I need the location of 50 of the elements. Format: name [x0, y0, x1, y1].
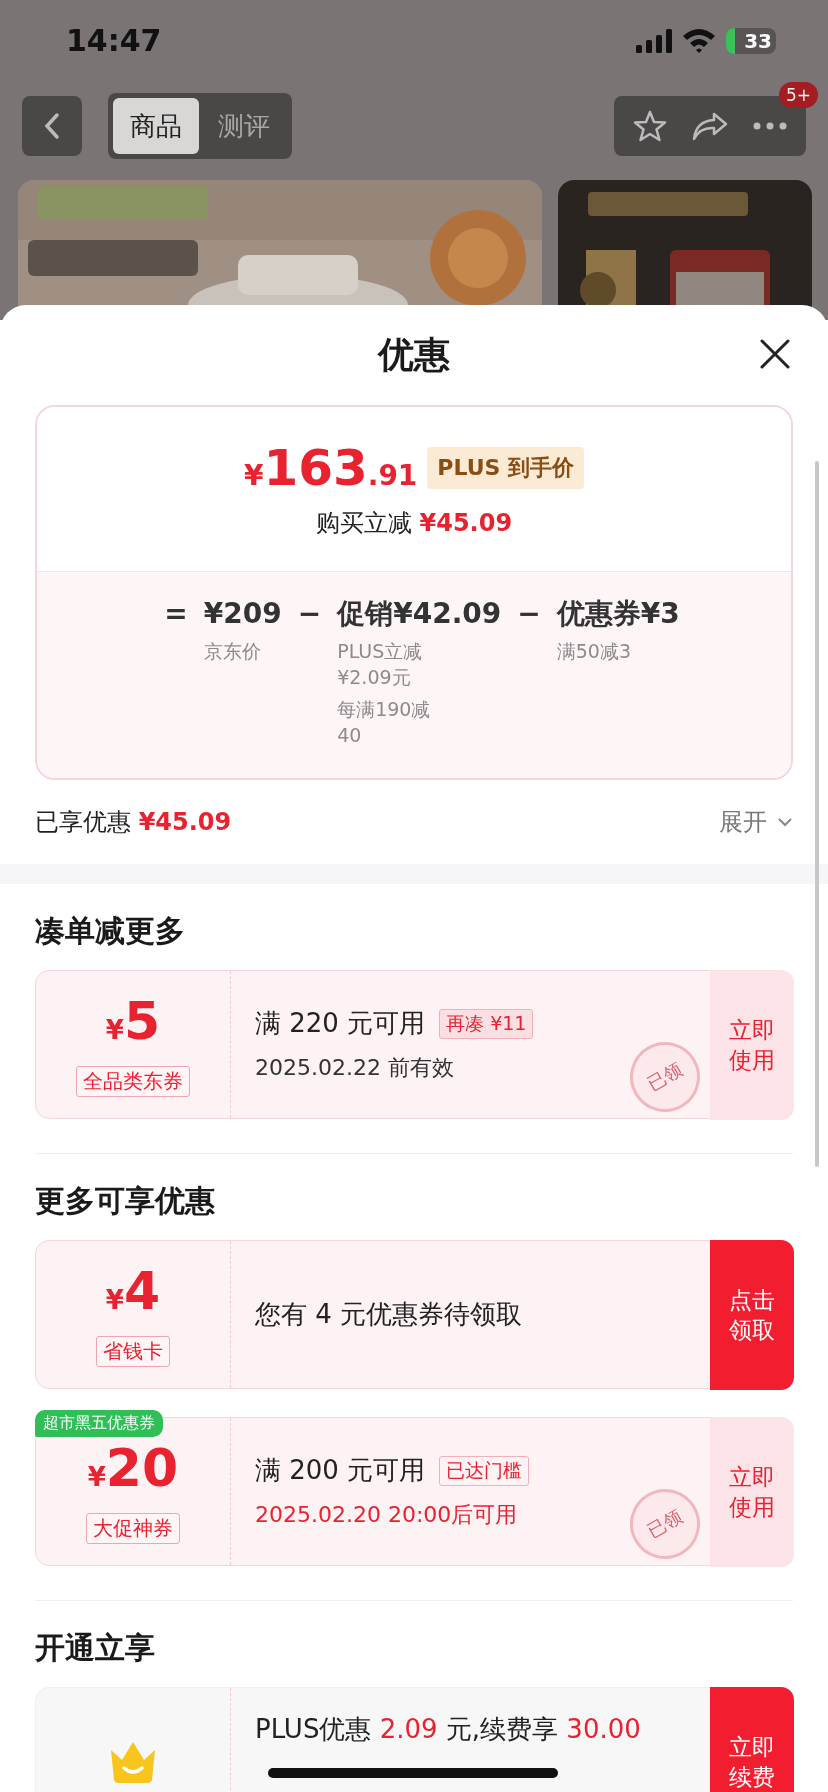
close-icon[interactable]: [758, 337, 792, 371]
coupon-condition: 满 200 元可用: [255, 1454, 426, 1487]
claim-button[interactable]: 立即续费: [709, 1686, 794, 1792]
promo-tag: 超市黑五优惠券: [35, 1410, 163, 1437]
coupon-amount: ¥5: [105, 992, 161, 1053]
coupon-amount: ¥20: [87, 1439, 179, 1500]
saving-text: 购买立减 ¥45.09: [315, 508, 513, 539]
battery-fill: [726, 27, 735, 54]
back-icon: [44, 112, 60, 140]
tab[interactable]: 商品: [113, 98, 199, 154]
breakdown-amount: ¥209: [203, 596, 282, 632]
use-button[interactable]: 立即使用: [709, 1416, 794, 1567]
breakdown-note: PLUS立减 ¥2.09元: [337, 639, 424, 690]
tab[interactable]: 测评: [201, 98, 287, 154]
coupon-condition: 满 220 元可用: [255, 1007, 426, 1040]
breakdown-note: 京东价: [203, 639, 262, 664]
final-price: ¥163.91: [243, 439, 418, 497]
section-title: 凑单减更多: [35, 912, 186, 950]
operator: −: [516, 596, 542, 632]
signal-icon: [636, 28, 672, 53]
coupon-type-label: 全品类东券: [76, 1065, 190, 1097]
chevron-down-icon: [777, 817, 793, 827]
breakdown-amount: 促销¥42.09: [337, 596, 502, 632]
battery-text: 33: [744, 28, 772, 53]
use-button[interactable]: 立即使用: [709, 969, 794, 1120]
section-title: 更多可享优惠: [35, 1182, 216, 1220]
wifi-icon: [682, 28, 716, 53]
coupon-description: PLUS优惠 2.09 元,续费享 30.00: [255, 1714, 641, 1745]
claim-button[interactable]: 点击领取: [709, 1239, 794, 1390]
breakdown-note: 满50减3: [556, 639, 632, 664]
expand-button[interactable]: 展开: [719, 806, 793, 838]
coupon-validity: 2025.02.22 前有效: [255, 1054, 454, 1082]
coupon-type-label: 大促神券: [86, 1512, 180, 1544]
coupon-description: 您有 4 元优惠券待领取: [255, 1299, 523, 1330]
coupon-tag: 已达门槛: [439, 1455, 530, 1486]
status-time: 14:47: [66, 23, 162, 58]
operator: −: [296, 596, 323, 632]
price-tag: PLUS 到手价: [427, 447, 585, 489]
section-title: 开通立享: [35, 1629, 156, 1667]
coupon-amount: ¥4: [105, 1262, 161, 1323]
coupon-validity: 2025.02.20 20:00后可用: [255, 1501, 518, 1529]
notification-badge: 5+: [778, 82, 818, 108]
breakdown-amount: 优惠券¥3: [556, 596, 680, 632]
coupon-tag: 再凑 ¥11: [439, 1008, 534, 1039]
sheet-title: 优惠: [378, 332, 450, 377]
coupon-type-label: 省钱卡: [96, 1335, 170, 1367]
enjoyed-discount: 已享优惠 ¥45.09: [35, 807, 232, 838]
breakdown-note: 每满190减40: [337, 697, 432, 748]
operator: =: [163, 596, 189, 632]
back-button[interactable]: [22, 96, 82, 156]
